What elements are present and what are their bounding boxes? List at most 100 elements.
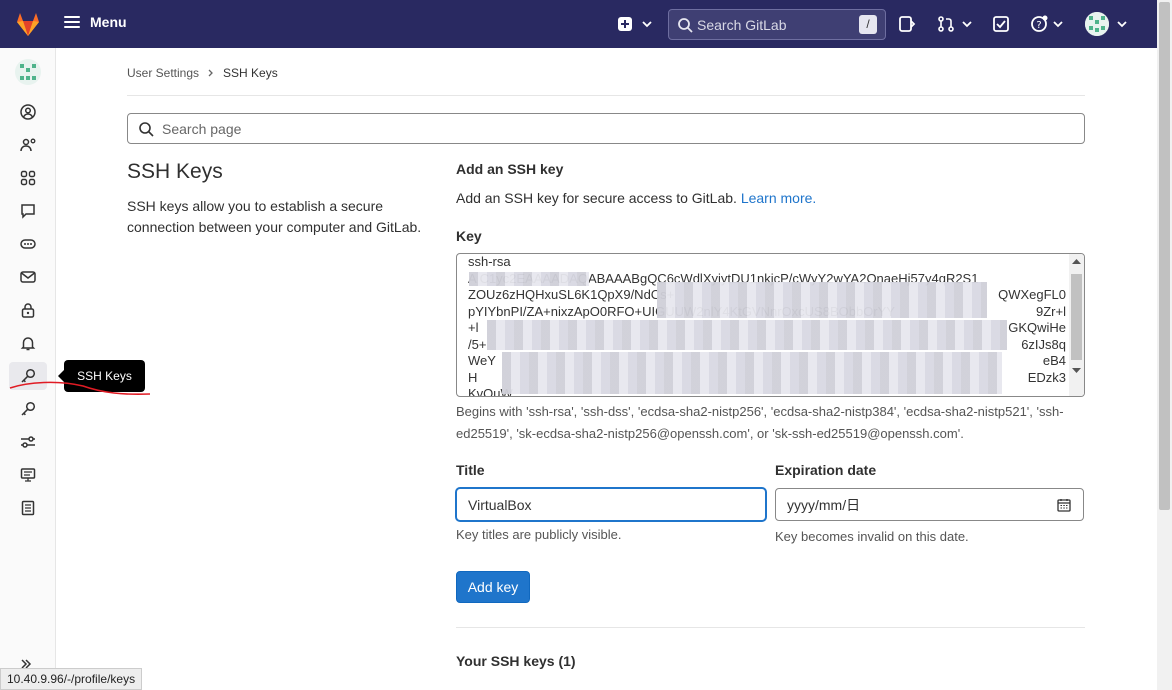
expiration-date-input[interactable]: yyyy/mm/日 — [775, 488, 1084, 521]
merge-requests-dropdown[interactable] — [937, 13, 973, 35]
todos-button[interactable] — [992, 13, 1010, 35]
user-circle-icon — [20, 104, 36, 120]
breadcrumb-current[interactable]: SSH Keys — [223, 66, 278, 80]
browser-status-url: 10.40.9.96/-/profile/keys — [0, 668, 143, 690]
key-text-right: QWXegFL0 9Zr+l GKQwiHe 6zIJs8q eB4 EDzk3 — [998, 254, 1066, 386]
divider — [127, 95, 1085, 96]
page-scrollbar[interactable] — [1157, 0, 1172, 690]
key-line: ssh-rsa — [468, 254, 511, 269]
applications-grid-icon — [20, 170, 36, 186]
key-icon — [21, 401, 36, 416]
expiration-help: Key becomes invalid on this date. — [775, 529, 969, 544]
merge-request-icon — [938, 16, 954, 32]
search-icon — [139, 121, 154, 137]
redacted-block — [487, 320, 1007, 350]
gitlab-logo-icon[interactable] — [14, 10, 42, 38]
account-settings-icon — [20, 138, 36, 152]
token-icon — [20, 239, 36, 249]
plus-square-icon — [618, 17, 632, 31]
add-key-button[interactable]: Add key — [456, 571, 530, 603]
learn-more-link[interactable]: Learn more. — [741, 190, 816, 206]
settings-sidebar — [0, 48, 56, 690]
your-ssh-keys-heading: Your SSH keys (1) — [456, 653, 576, 669]
sidebar-item-account[interactable] — [17, 134, 39, 156]
identicon-icon — [15, 59, 41, 85]
sidebar-item-authentication-log[interactable] — [17, 497, 39, 519]
sidebar-avatar[interactable] — [12, 58, 44, 86]
key-fragment: QWXegFL0 — [998, 287, 1066, 302]
sidebar-item-active-sessions[interactable] — [17, 464, 39, 486]
bell-icon — [20, 337, 36, 351]
search-page-placeholder: Search page — [162, 120, 242, 137]
sidebar-item-access-tokens[interactable] — [17, 233, 39, 255]
global-search-input[interactable]: Search GitLab / — [668, 9, 886, 40]
calendar-icon[interactable] — [1057, 498, 1071, 512]
log-list-icon — [21, 500, 35, 516]
todo-checkbox-icon — [993, 16, 1009, 32]
key-textarea[interactable]: ssh-rsa A C1yc2EAAAADAQABAAABgQC6cWdlXyi… — [456, 253, 1085, 397]
sidebar-item-applications[interactable] — [17, 167, 39, 189]
breadcrumb: User Settings SSH Keys — [127, 66, 278, 80]
add-key-intro: Add an SSH key for secure access to GitL… — [456, 190, 816, 206]
add-key-heading: Add an SSH key — [456, 161, 564, 177]
svg-text:?: ? — [1036, 20, 1041, 31]
menu-label: Menu — [90, 14, 127, 30]
sidebar-item-preferences[interactable] — [17, 431, 39, 453]
issues-button[interactable] — [898, 13, 916, 35]
search-icon — [678, 17, 693, 33]
scroll-up-arrow-icon — [1072, 259, 1081, 264]
title-input[interactable]: VirtualBox — [456, 488, 766, 521]
key-fragment: GKQwiHe — [1008, 320, 1066, 335]
issues-icon — [899, 16, 916, 32]
sidebar-item-notifications[interactable] — [17, 332, 39, 354]
help-question-icon: ? — [1031, 15, 1048, 32]
identicon-icon — [1085, 12, 1109, 36]
preferences-sliders-icon — [21, 436, 35, 448]
sidebar-item-chat[interactable] — [17, 200, 39, 222]
sidebar-item-password[interactable] — [17, 299, 39, 321]
new-item-dropdown[interactable] — [617, 13, 653, 35]
page-scroll-thumb[interactable] — [1159, 2, 1170, 510]
user-avatar[interactable] — [1085, 12, 1109, 36]
chevron-down-icon — [1053, 21, 1063, 28]
lock-icon — [21, 303, 35, 318]
mail-icon — [20, 271, 36, 283]
search-page-input[interactable]: Search page — [127, 113, 1085, 144]
chevron-down-icon — [642, 21, 652, 28]
sidebar-item-profile[interactable] — [17, 101, 39, 123]
chevron-down-icon — [962, 21, 972, 28]
red-underline-annotation — [9, 381, 151, 396]
hamburger-icon — [64, 16, 80, 28]
page-title: SSH Keys — [127, 160, 223, 183]
redacted-block — [657, 282, 987, 318]
top-navbar: Menu Search GitLab / ? — [0, 0, 1157, 48]
chevron-right-icon — [208, 69, 213, 77]
expiration-label: Expiration date — [775, 462, 877, 478]
help-dropdown[interactable]: ? — [1030, 13, 1064, 35]
user-menu-chevron[interactable] — [1116, 13, 1128, 35]
title-help: Key titles are publicly visible. — [456, 527, 622, 542]
key-format-help: Begins with 'ssh-rsa', 'ssh-dss', 'ecdsa… — [456, 404, 1064, 441]
page-description: SSH keys allow you to establish a secure… — [127, 198, 422, 235]
key-fragment: 6zIJs8q — [1021, 336, 1066, 352]
key-textarea-scroll-thumb[interactable] — [1071, 274, 1082, 360]
expiration-placeholder: yyyy/mm/日 — [787, 496, 861, 513]
key-textarea-scrollbar[interactable] — [1069, 254, 1084, 396]
key-label: Key — [456, 228, 482, 244]
key-fragment: 9Zr+l — [1036, 303, 1066, 319]
key-fragment: EDzk3 — [1027, 369, 1066, 385]
title-value: VirtualBox — [468, 496, 532, 513]
key-fragment: eB4 — [1042, 353, 1066, 368]
monitor-icon — [20, 468, 36, 482]
sidebar-item-emails[interactable] — [17, 266, 39, 288]
divider — [456, 627, 1085, 628]
scroll-down-arrow-icon — [1072, 368, 1081, 373]
search-shortcut-badge: / — [859, 15, 877, 34]
menu-button[interactable]: Menu — [64, 14, 127, 30]
chevron-down-icon — [1117, 21, 1127, 28]
search-placeholder: Search GitLab — [697, 16, 787, 33]
redacted-block — [502, 352, 1002, 394]
redacted-block — [469, 272, 589, 286]
breadcrumb-parent-link[interactable]: User Settings — [127, 66, 199, 80]
add-key-intro-text: Add an SSH key for secure access to GitL… — [456, 190, 737, 206]
